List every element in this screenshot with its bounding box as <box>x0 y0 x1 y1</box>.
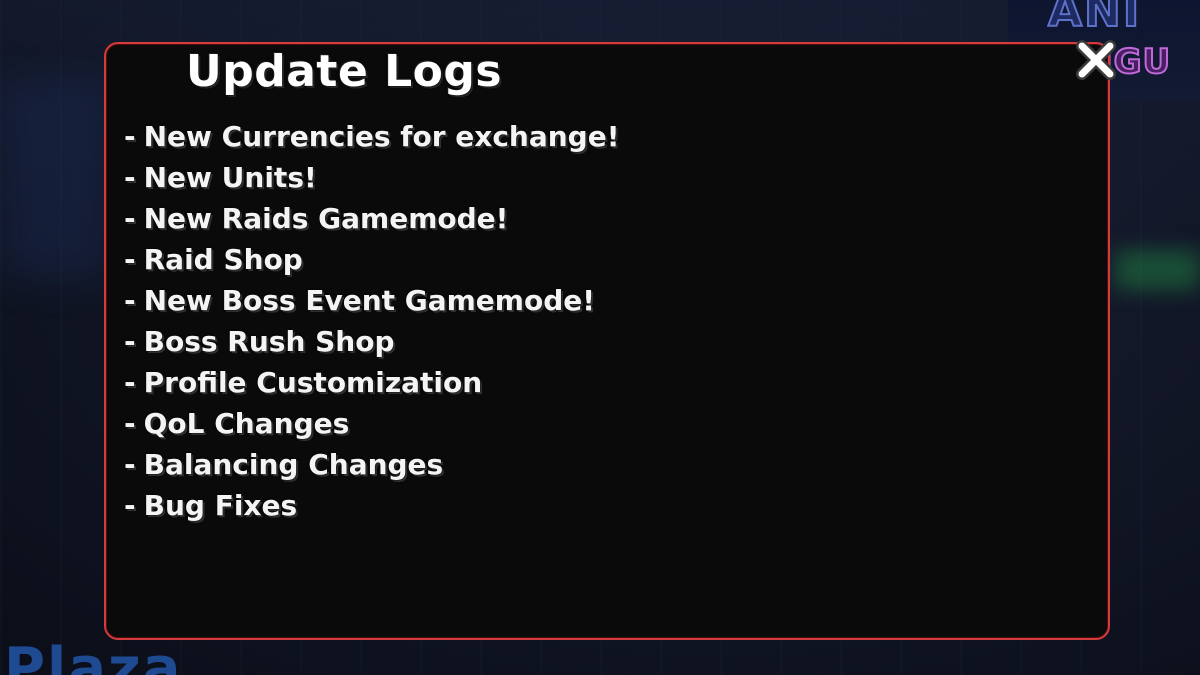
update-log-text: Bug Fixes <box>143 489 298 522</box>
update-log-text: QoL Changes <box>143 407 350 440</box>
bullet-dash: - <box>124 243 136 276</box>
update-logs-modal: Update Logs - New Currencies for exchange… <box>104 42 1110 640</box>
update-log-item: - QoL Changes <box>124 403 619 444</box>
background-glow <box>0 80 110 280</box>
bullet-dash: - <box>124 325 136 358</box>
close-button[interactable] <box>1072 36 1120 84</box>
update-log-text: New Units! <box>143 161 317 194</box>
modal-title: Update Logs <box>186 46 503 97</box>
update-log-text: Raid Shop <box>143 243 303 276</box>
update-log-item: - New Currencies for exchange! <box>124 116 619 157</box>
background-glow <box>1115 250 1200 290</box>
bullet-dash: - <box>124 489 136 522</box>
update-log-text: New Currencies for exchange! <box>143 120 620 153</box>
update-log-item: - Bug Fixes <box>124 485 619 526</box>
update-log-text: Profile Customization <box>143 366 483 399</box>
bullet-dash: - <box>124 366 136 399</box>
close-icon <box>1076 40 1116 80</box>
update-log-text: New Raids Gamemode! <box>143 202 509 235</box>
update-log-text: New Boss Event Gamemode! <box>143 284 596 317</box>
bullet-dash: - <box>124 161 136 194</box>
bullet-dash: - <box>124 407 136 440</box>
update-log-item: - New Boss Event Gamemode! <box>124 280 619 321</box>
update-log-item: - New Raids Gamemode! <box>124 198 619 239</box>
bullet-dash: - <box>124 284 136 317</box>
update-log-item: - Boss Rush Shop <box>124 321 619 362</box>
update-log-item: - Profile Customization <box>124 362 619 403</box>
update-log-item: - New Units! <box>124 157 619 198</box>
update-log-list: - New Currencies for exchange! - New Units… <box>124 116 619 526</box>
update-log-text: Balancing Changes <box>143 448 444 481</box>
update-log-item: - Balancing Changes <box>124 444 619 485</box>
update-log-text: Boss Rush Shop <box>143 325 395 358</box>
bullet-dash: - <box>124 120 136 153</box>
location-label: Plaza <box>4 636 183 675</box>
game-logo-text: ANI <box>1047 0 1142 38</box>
bullet-dash: - <box>124 448 136 481</box>
update-log-item: - Raid Shop <box>124 239 619 280</box>
bullet-dash: - <box>124 202 136 235</box>
